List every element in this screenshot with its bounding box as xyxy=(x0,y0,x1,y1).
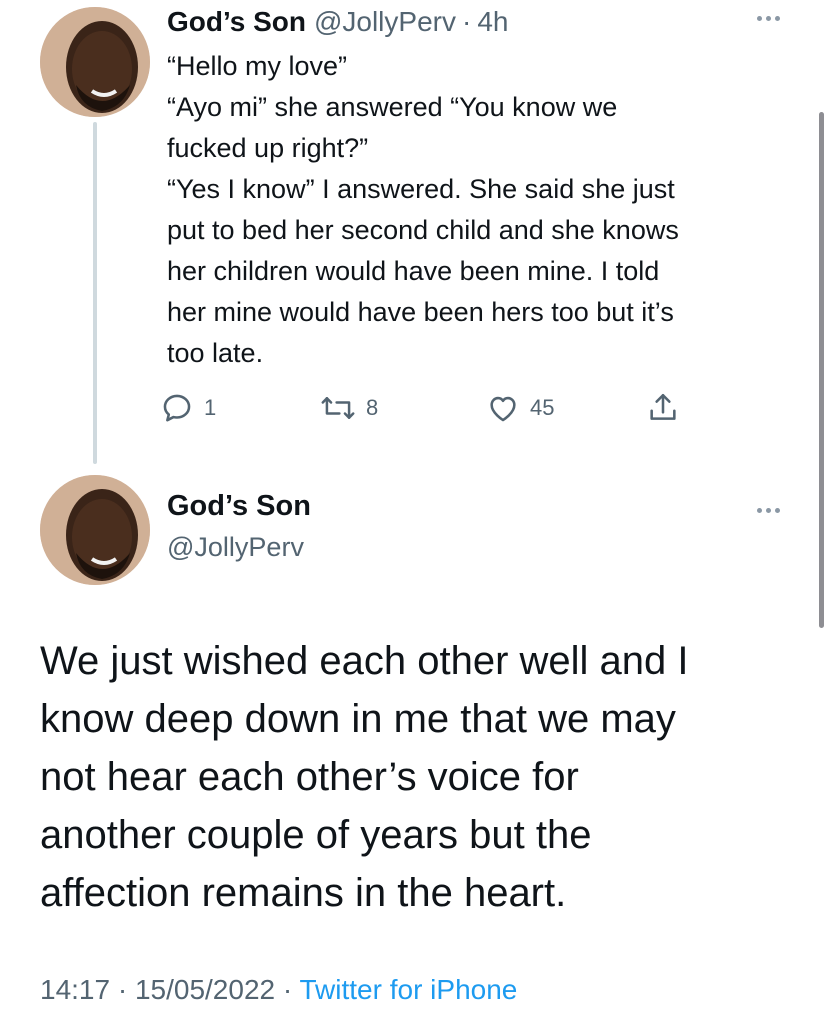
display-name[interactable]: God’s Son xyxy=(167,6,306,38)
avatar[interactable] xyxy=(40,7,150,117)
reply-button[interactable]: 1 xyxy=(160,388,216,428)
retweet-button[interactable]: 8 xyxy=(320,388,378,428)
text-line: another couple of years but the xyxy=(40,813,592,857)
text-line: her children would have been mine. I tol… xyxy=(167,256,660,286)
like-count: 45 xyxy=(530,395,555,420)
text-line: not hear each other’s voice for xyxy=(40,755,579,799)
reply-count: 1 xyxy=(204,395,217,420)
text-line: We just wished each other well and I xyxy=(40,639,689,683)
user-handle[interactable]: @JollyPerv xyxy=(314,6,456,38)
separator-dot: · xyxy=(461,6,472,37)
retweet-icon xyxy=(321,397,355,419)
main-tweet-text: We just wished each other well and I kno… xyxy=(40,632,800,922)
avatar[interactable] xyxy=(40,475,150,585)
timestamp[interactable]: 14:17 · 15/05/2022 · xyxy=(40,974,292,1005)
time-ago[interactable]: 4h xyxy=(477,6,508,38)
tweet-metadata: 14:17 · 15/05/2022 · Twitter for iPhone xyxy=(40,974,517,1006)
retweet-count: 8 xyxy=(366,395,379,420)
text-line: “Hello my love” xyxy=(167,51,348,81)
reply-tweet-header: God’s Son @JollyPerv · 4h xyxy=(167,2,508,42)
source-link[interactable]: Twitter for iPhone xyxy=(299,974,517,1005)
text-line: too late. xyxy=(167,338,264,368)
more-icon[interactable] xyxy=(750,8,786,28)
text-line: fucked up right?” xyxy=(167,133,369,163)
text-line: her mine would have been hers too but it… xyxy=(167,297,674,327)
display-name[interactable]: God’s Son xyxy=(167,490,311,523)
text-line: put to bed her second child and she know… xyxy=(167,215,679,245)
text-line: know deep down in me that we may xyxy=(40,697,676,741)
reply-icon xyxy=(163,394,191,422)
like-icon xyxy=(490,396,516,422)
tweet-actions: 1 8 45 xyxy=(160,388,700,428)
more-icon[interactable] xyxy=(750,500,786,520)
text-line: “Ayo mi” she answered “You know we xyxy=(167,92,618,122)
reply-tweet-text: “Hello my love” “Ayo mi” she answered “Y… xyxy=(167,46,792,374)
text-line: affection remains in the heart. xyxy=(40,871,567,915)
share-button[interactable] xyxy=(646,388,680,428)
scrollbar[interactable] xyxy=(819,112,824,628)
share-icon xyxy=(650,393,676,420)
thread-line xyxy=(93,122,97,464)
like-button[interactable]: 45 xyxy=(486,388,554,428)
text-line: “Yes I know” I answered. She said she ju… xyxy=(167,174,675,204)
user-handle[interactable]: @JollyPerv xyxy=(167,532,304,563)
